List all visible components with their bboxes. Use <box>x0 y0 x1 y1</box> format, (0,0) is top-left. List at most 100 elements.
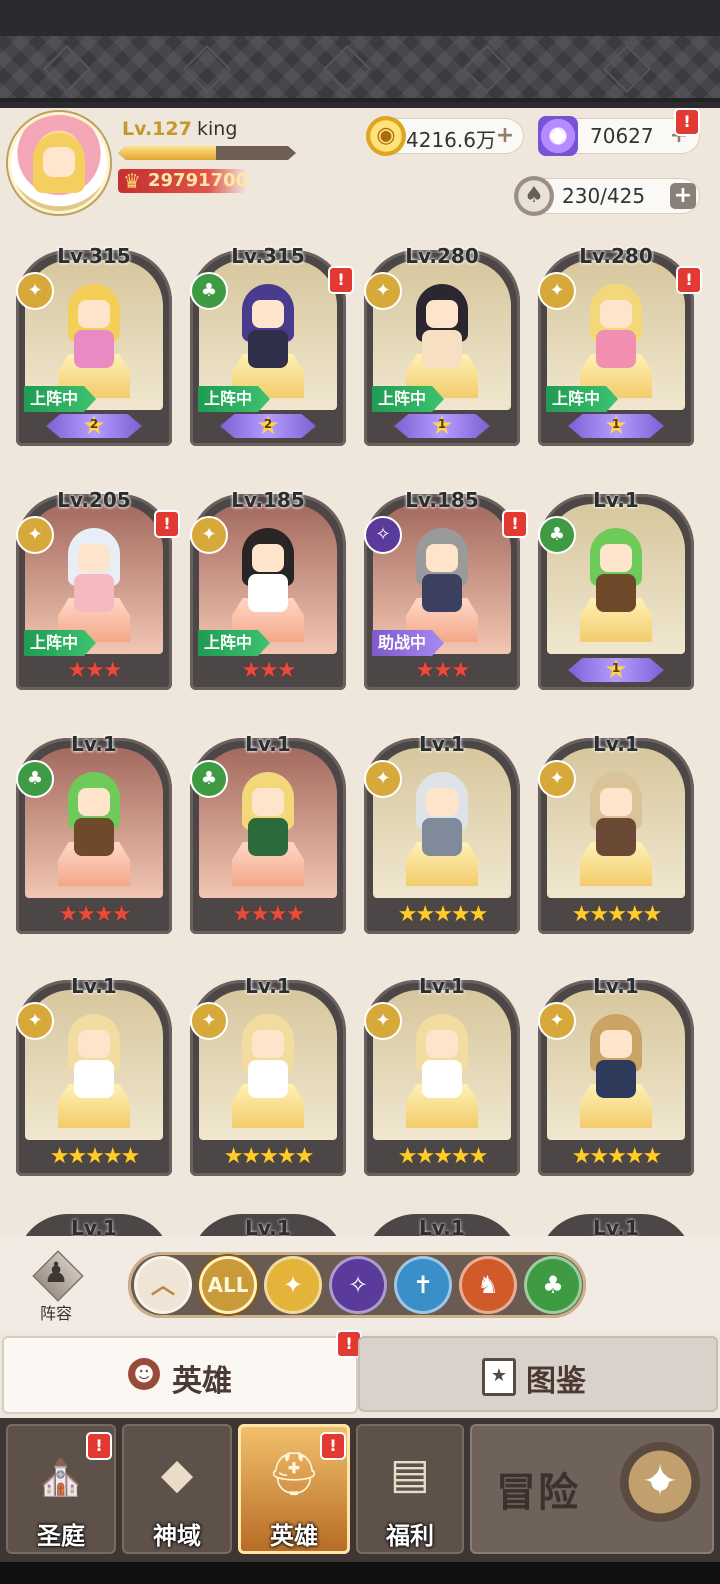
hero-card-partial[interactable]: Lv.1 <box>538 1208 694 1238</box>
hero-body <box>248 330 288 368</box>
hero-level: Lv.185 <box>405 488 479 512</box>
hero-body <box>422 574 462 612</box>
hero-face <box>600 544 632 572</box>
hero-card[interactable]: Lv.1 ♣ ★ 1 <box>538 480 694 690</box>
hero-face <box>252 300 284 328</box>
hero-sprite <box>582 528 650 612</box>
nav-alert-badge: ! <box>86 1432 112 1460</box>
hero-sprite <box>582 772 650 856</box>
filter-nature-button[interactable]: ♣ <box>524 1256 582 1314</box>
hero-card[interactable]: Lv.1 ♣ ★★★★ <box>16 724 172 934</box>
light-faction-icon: ✦ <box>538 760 576 798</box>
hero-body <box>596 818 636 856</box>
hero-level: Lv.1 <box>419 732 465 756</box>
gold-counter: ◉ 4216.6万 + <box>366 116 524 156</box>
hero-card[interactable]: Lv.280 ✦ 上阵中 ★ 1! <box>538 236 702 446</box>
hero-rank: ★ 1 <box>547 414 685 440</box>
nav-item-3[interactable]: ▤ 福利 <box>356 1424 464 1554</box>
hero-level: Lv.185 <box>231 488 305 512</box>
gem-value: 70627 <box>590 124 654 148</box>
compass-icon: ✦ <box>620 1442 700 1522</box>
hero-card-partial[interactable]: Lv.1 <box>190 1208 346 1238</box>
tab-codex[interactable]: ★ 图鉴 <box>358 1336 718 1412</box>
hero-body <box>596 330 636 368</box>
hero-card-partial[interactable]: Lv.1 <box>364 1208 520 1238</box>
nav-item-0[interactable]: ⛪ 圣庭! <box>6 1424 116 1554</box>
hero-card[interactable]: Lv.280 ✦ 上阵中 ★ 1 <box>364 236 520 446</box>
hero-stars: ★★★★★ <box>397 902 489 927</box>
hero-rank: ★★★★★ <box>373 902 511 928</box>
hero-body <box>248 1060 288 1098</box>
hero-face <box>252 788 284 816</box>
light-faction-icon: ✦ <box>16 272 54 310</box>
hero-card-partial[interactable]: Lv.1 <box>16 1208 172 1238</box>
hero-card[interactable]: Lv.1 ✦ ★★★★★ <box>364 724 520 934</box>
hero-status-tag: 上阵中 <box>546 386 618 412</box>
nature-faction-icon: ♣ <box>190 272 228 310</box>
hero-card[interactable]: Lv.1 ✦ ★★★★★ <box>364 966 520 1176</box>
lineup-button[interactable]: ♟ 阵容 <box>24 1250 88 1323</box>
filter-holy-button[interactable]: ✝ <box>394 1256 452 1314</box>
hero-face <box>426 544 458 572</box>
hero-rank: ★ 2 <box>25 414 163 440</box>
hero-face <box>78 788 110 816</box>
hero-alert-badge: ! <box>502 510 528 538</box>
nav-item-2[interactable]: ⛑ 英雄! <box>238 1424 350 1554</box>
hero-level: Lv.1 <box>593 488 639 512</box>
player-avatar[interactable] <box>8 112 110 214</box>
hero-rank: ★★★★ <box>199 902 337 928</box>
nav-alert-badge: ! <box>320 1432 346 1460</box>
nav-item-1[interactable]: ◆ 神域 <box>122 1424 232 1554</box>
stamina-value: 230/425 <box>562 184 646 208</box>
hero-rank: ★★★ <box>199 658 337 684</box>
hero-card[interactable]: Lv.205 ✦ 上阵中 ★★★! <box>16 480 180 690</box>
top-banner <box>0 0 720 108</box>
awaken-badge: ★ 2 <box>220 414 316 438</box>
filter-beast-button[interactable]: ♞ <box>459 1256 517 1314</box>
power-icon: ♛ <box>123 169 141 193</box>
filter-all-button[interactable]: ALL <box>199 1256 257 1314</box>
hero-card[interactable]: Lv.185 ✦ 上阵中 ★★★ <box>190 480 346 690</box>
hero-card[interactable]: Lv.1 ✦ ★★★★★ <box>190 966 346 1176</box>
hero-level: Lv.1 <box>245 732 291 756</box>
player-level: Lv.127 <box>122 118 192 140</box>
light-faction-icon: ✦ <box>16 516 54 554</box>
hero-level: Lv.1 <box>71 974 117 998</box>
filter-collapse-button[interactable]: ︿ <box>134 1256 192 1314</box>
hero-card[interactable]: Lv.315 ♣ 上阵中 ★ 2! <box>190 236 354 446</box>
awaken-badge: ★ 1 <box>568 414 664 438</box>
hero-body <box>74 330 114 368</box>
hero-stars: ★★★ <box>241 658 296 683</box>
nav-icon: ⛑ <box>267 1449 321 1498</box>
tab-heroes[interactable]: ☻ 英雄 ! <box>2 1330 362 1414</box>
hero-card[interactable]: Lv.1 ✦ ★★★★★ <box>538 966 694 1176</box>
nature-faction-icon: ♣ <box>16 760 54 798</box>
hero-sprite <box>234 1014 302 1098</box>
filter-dark-button[interactable]: ✧ <box>329 1256 387 1314</box>
hero-card[interactable]: Lv.185 ✧ 助战中 ★★★! <box>364 480 528 690</box>
hero-card[interactable]: Lv.1 ✦ ★★★★★ <box>16 966 172 1176</box>
hero-sprite <box>408 772 476 856</box>
hero-sprite <box>408 1014 476 1098</box>
hero-card[interactable]: Lv.1 ✦ ★★★★★ <box>538 724 694 934</box>
hero-card[interactable]: Lv.1 ♣ ★★★★ <box>190 724 346 934</box>
hero-face <box>426 788 458 816</box>
hero-face <box>426 300 458 328</box>
stamina-counter: ♠ 230/425 + <box>514 176 700 216</box>
adventure-button[interactable]: 冒险 ✦ <box>470 1424 714 1554</box>
hero-status-tag: 上阵中 <box>198 386 270 412</box>
hero-card[interactable]: Lv.315 ✦ 上阵中 ★ 2 <box>16 236 172 446</box>
hero-body <box>596 574 636 612</box>
hero-stars: ★★★★★ <box>571 902 663 927</box>
hero-level: Lv.1 <box>419 1216 465 1238</box>
gold-coin-icon: ◉ <box>366 116 406 156</box>
nav-label: 福利 <box>386 1522 434 1550</box>
filter-light-button[interactable]: ✦ <box>264 1256 322 1314</box>
hero-face <box>252 544 284 572</box>
hero-stars: ★★★ <box>67 658 122 683</box>
tab-codex-label: 图鉴 <box>526 1364 586 1399</box>
hero-face <box>78 300 110 328</box>
add-gold-button[interactable]: + <box>492 123 518 149</box>
add-stamina-button[interactable]: + <box>670 183 696 209</box>
hero-sprite <box>60 772 128 856</box>
